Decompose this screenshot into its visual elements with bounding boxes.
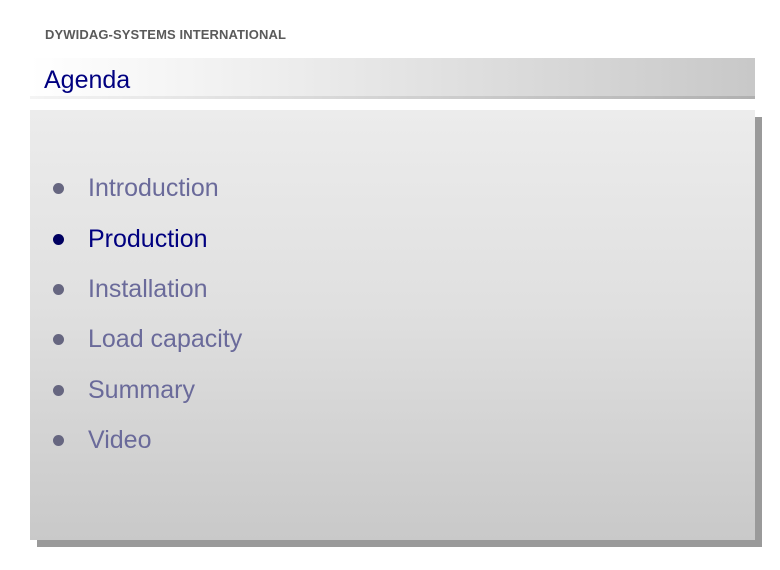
bullet-icon	[53, 384, 64, 396]
agenda-item-label: Load capacity	[88, 325, 243, 353]
company-name: DYWIDAG-SYSTEMS INTERNATIONAL	[45, 27, 286, 42]
agenda-item-label: Introduction	[88, 174, 219, 202]
agenda-item-label: Installation	[88, 275, 208, 303]
agenda-item-label: Video	[88, 426, 152, 454]
title-band-divider	[30, 96, 755, 99]
bullet-icon	[53, 283, 64, 295]
content-panel: Introduction Production Installation Loa…	[30, 110, 755, 540]
bullet-icon	[53, 233, 64, 245]
agenda-item-label: Summary	[88, 376, 195, 404]
bullet-icon	[53, 333, 64, 345]
slide-title: Agenda	[44, 66, 131, 94]
agenda-item-label: Production	[88, 225, 208, 253]
bullet-icon	[53, 182, 64, 194]
title-band: Agenda	[30, 58, 755, 99]
bullet-icon	[53, 434, 64, 446]
